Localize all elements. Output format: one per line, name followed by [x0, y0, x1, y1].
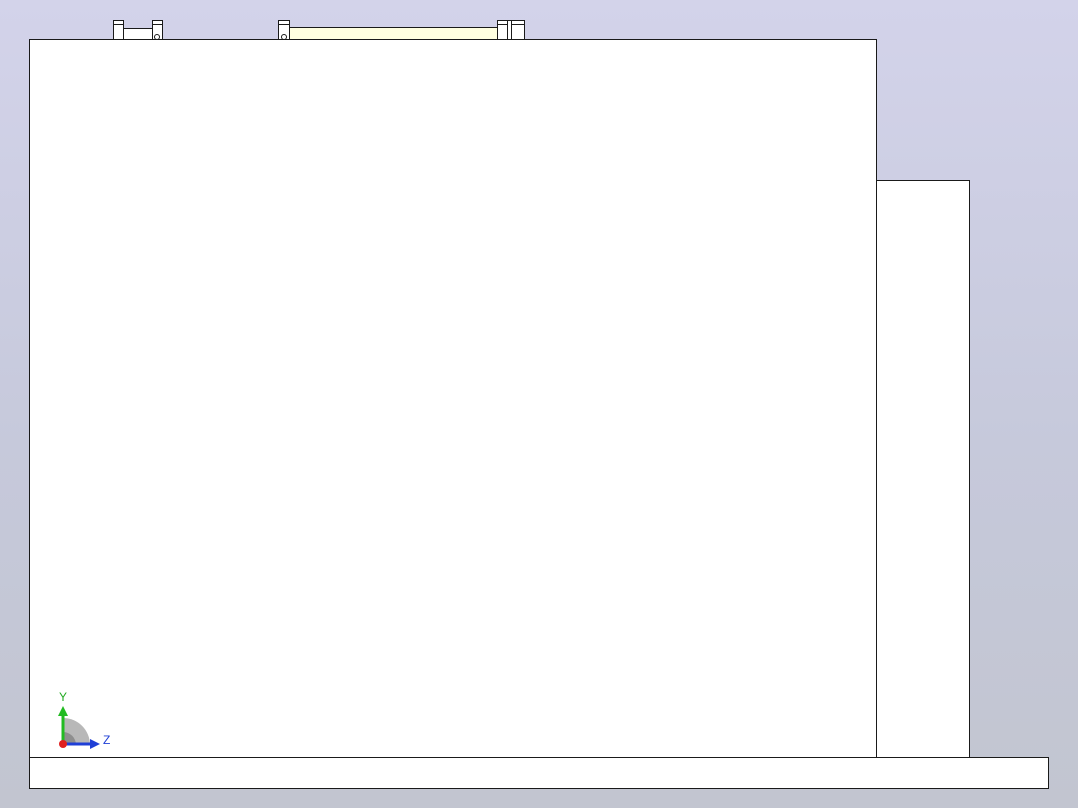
- left-clip[interactable]: [113, 20, 163, 41]
- x-axis-dot: [59, 740, 67, 748]
- y-axis-label: Y: [59, 690, 67, 704]
- z-axis-label: Z: [103, 733, 110, 747]
- main-panel-face[interactable]: [29, 39, 877, 758]
- base-plate-face[interactable]: [29, 757, 1049, 789]
- reference-triad: Y Z: [58, 690, 110, 749]
- wide-connector[interactable]: [278, 20, 525, 41]
- right-block-face[interactable]: [870, 180, 970, 760]
- graphics-viewport[interactable]: Y Z: [0, 0, 1078, 808]
